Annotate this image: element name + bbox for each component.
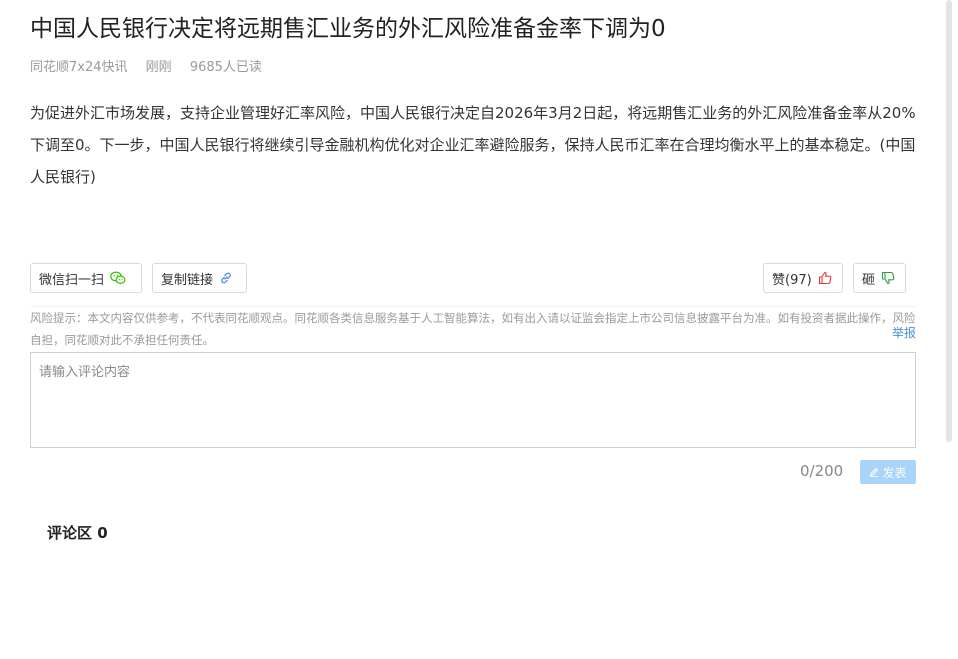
wechat-share-button[interactable]: 微信扫一扫: [30, 263, 142, 293]
publish-button[interactable]: 发表: [860, 460, 916, 484]
comment-input[interactable]: [30, 352, 916, 448]
article-meta: 同花顺7x24快讯 刚刚 9685人已读: [30, 59, 276, 77]
article-time: 刚刚: [145, 60, 172, 75]
wechat-icon: [110, 271, 126, 285]
comments-section-title: 评论区 0: [47, 524, 108, 542]
copy-link-label: 复制链接: [161, 272, 214, 288]
dislike-button[interactable]: 砸: [853, 263, 906, 293]
page: 中国人民银行决定将远期售汇业务的外汇风险准备金率下调为0 同花顺7x24快讯 刚…: [0, 0, 958, 659]
risk-disclaimer: 风险提示：本文内容仅供参考，不代表同花顺观点。同花顺各类信息服务基于人工智能算法…: [30, 306, 916, 351]
edit-icon: [869, 467, 879, 477]
article-source: 同花顺7x24快讯: [30, 60, 128, 75]
thumbs-down-icon: [881, 271, 895, 285]
report-link[interactable]: 举报: [892, 324, 916, 341]
article-reads: 9685人已读: [189, 60, 262, 75]
wechat-share-label: 微信扫一扫: [39, 272, 105, 288]
scrollbar[interactable]: [946, 0, 952, 442]
like-label: 赞(97): [772, 272, 812, 288]
thumbs-up-icon: [818, 271, 832, 285]
comment-char-counter: 0/200: [800, 462, 844, 480]
article-title: 中国人民银行决定将远期售汇业务的外汇风险准备金率下调为0: [30, 16, 666, 42]
publish-label: 发表: [882, 465, 907, 480]
copy-link-button[interactable]: 复制链接: [152, 263, 247, 293]
article-body: 为促进外汇市场发展，支持企业管理好汇率风险，中国人民银行决定自2026年3月2日…: [30, 104, 916, 186]
link-icon: [219, 271, 233, 285]
like-button[interactable]: 赞(97): [763, 263, 843, 293]
dislike-label: 砸: [862, 272, 876, 288]
